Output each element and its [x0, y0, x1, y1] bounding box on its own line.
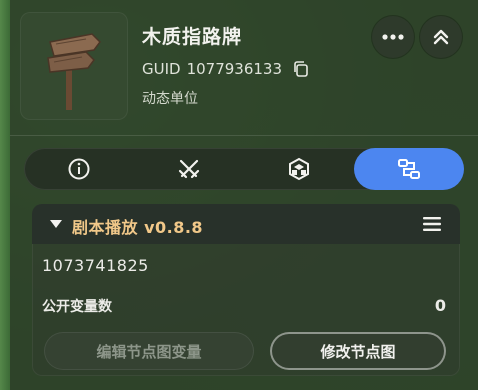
background-grass — [0, 0, 10, 390]
modify-graph-button[interactable]: 修改节点图 — [270, 332, 446, 370]
entity-type: 动态单位 — [142, 91, 198, 107]
script-section: 剧本播放 v0.8.8 1073741825 公开变量数 0 编辑节点图变量 修… — [32, 204, 460, 376]
menu-icon[interactable] — [422, 216, 442, 232]
node-graph-icon — [398, 159, 420, 179]
collapse-button[interactable] — [420, 16, 462, 58]
ellipsis-icon — [382, 34, 404, 40]
tab-combat[interactable] — [134, 148, 244, 190]
crossed-swords-icon — [178, 159, 200, 179]
section-header[interactable]: 剧本播放 v0.8.8 — [32, 204, 460, 244]
tab-bar — [24, 148, 464, 190]
public-var-count: 0 — [434, 296, 446, 315]
entity-title: 木质指路牌 — [142, 26, 243, 48]
tab-components[interactable] — [244, 148, 354, 190]
copy-icon[interactable] — [292, 60, 310, 78]
tab-info[interactable] — [24, 148, 134, 190]
guid-label: GUID — [142, 60, 181, 78]
header-divider — [10, 135, 478, 136]
double-chevron-up-icon — [433, 29, 449, 45]
entity-thumbnail — [20, 12, 128, 120]
guid-value: 1077936133 — [186, 60, 283, 78]
info-icon — [68, 158, 90, 180]
edit-graph-variables-button[interactable]: 编辑节点图变量 — [44, 332, 254, 370]
more-options-button[interactable] — [372, 16, 414, 58]
cube-icon — [289, 157, 309, 181]
tab-node-graph[interactable] — [354, 148, 464, 190]
public-var-label: 公开变量数 — [42, 299, 112, 315]
section-title: 剧本播放 v0.8.8 — [72, 218, 204, 237]
collapse-triangle-icon[interactable] — [50, 220, 62, 228]
guid-row: GUID 1077936133 — [142, 58, 310, 80]
graph-id: 1073741825 — [42, 256, 149, 275]
